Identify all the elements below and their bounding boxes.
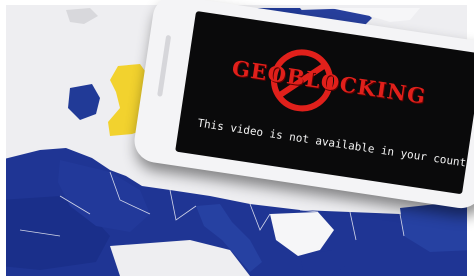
geoblocking-logo: GEOBLOCKING bbox=[215, 34, 443, 136]
photo-border-left bbox=[0, 0, 6, 276]
phone-screen: GEOBLOCKING This video is not available … bbox=[175, 10, 474, 195]
phone-speaker bbox=[157, 34, 172, 97]
photo-scene: GEOBLOCKING This video is not available … bbox=[0, 0, 474, 276]
